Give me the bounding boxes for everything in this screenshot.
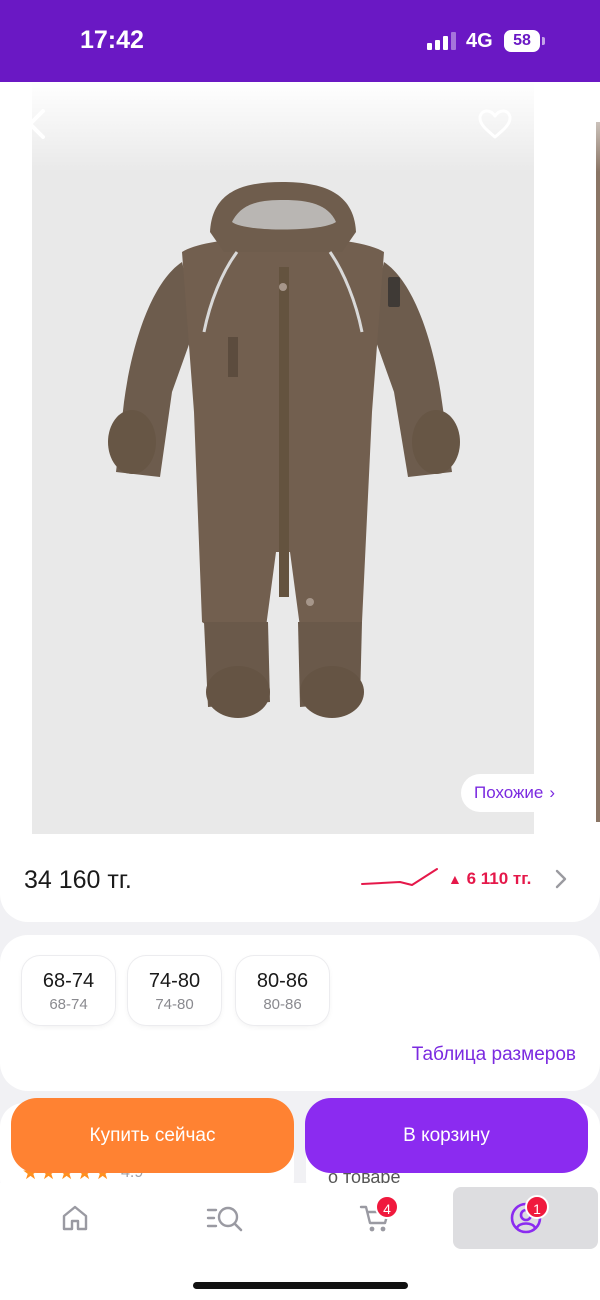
favorite-button[interactable]	[476, 106, 514, 142]
status-time: 17:42	[80, 26, 144, 54]
chevron-right-icon: ›	[549, 783, 556, 802]
size-option[interactable]: 74-80 74-80	[128, 956, 221, 1025]
home-icon	[62, 1205, 87, 1231]
heart-icon	[478, 109, 512, 139]
tab-home[interactable]	[2, 1187, 147, 1249]
size-option[interactable]: 80-86 80-86	[236, 956, 329, 1025]
battery-tip	[542, 37, 545, 45]
similar-label: Похожие	[474, 783, 544, 802]
arrow-up-icon: ▲	[448, 871, 462, 887]
similar-items-button[interactable]: Похожие ›	[461, 774, 569, 812]
price-history-chevron-icon[interactable]	[553, 868, 569, 890]
size-main-label: 74-80	[148, 970, 201, 992]
profile-badge: 1	[525, 1195, 549, 1219]
product-gallery[interactable]: Похожие ›	[0, 82, 600, 834]
size-sub-label: 68-74	[49, 996, 88, 1013]
size-option[interactable]: 68-74 68-74	[22, 956, 115, 1025]
catalog-search-icon	[206, 1206, 242, 1232]
add-to-cart-button[interactable]: В корзину	[305, 1098, 588, 1173]
back-icon	[28, 109, 45, 139]
price-change-value: 6 110 тг.	[466, 869, 532, 888]
next-photo-peek[interactable]	[596, 122, 600, 822]
sizes-card: 68-74 68-74 74-80 74-80 80-86 80-86 Табл…	[0, 935, 600, 1091]
size-table-link[interactable]: Таблица размеров	[412, 1044, 576, 1066]
share-button[interactable]	[548, 104, 582, 142]
snowsuit-image	[108, 182, 460, 718]
battery-icon: 58	[504, 30, 540, 52]
trend-line-icon[interactable]	[360, 866, 440, 890]
home-indicator[interactable]	[193, 1282, 408, 1289]
network-type: 4G	[466, 30, 493, 52]
status-bar: 17:42 4G 58	[0, 0, 600, 82]
size-main-label: 80-86	[256, 970, 309, 992]
product-photo[interactable]	[32, 82, 534, 834]
cart-badge: 4	[375, 1195, 399, 1219]
size-main-label: 68-74	[42, 970, 95, 992]
tab-catalog[interactable]	[152, 1187, 297, 1249]
signal-icon	[427, 32, 456, 50]
tab-cart[interactable]	[302, 1187, 447, 1249]
back-button[interactable]	[20, 106, 52, 142]
tab-profile[interactable]	[453, 1187, 598, 1249]
product-price: 34 160 тг.	[24, 866, 132, 894]
price-change[interactable]: ▲ 6 110 тг.	[448, 869, 531, 889]
share-icon	[553, 106, 577, 140]
size-sub-label: 74-80	[155, 996, 194, 1013]
buy-now-button[interactable]: Купить сейчас	[11, 1098, 294, 1173]
size-sub-label: 80-86	[263, 996, 302, 1013]
